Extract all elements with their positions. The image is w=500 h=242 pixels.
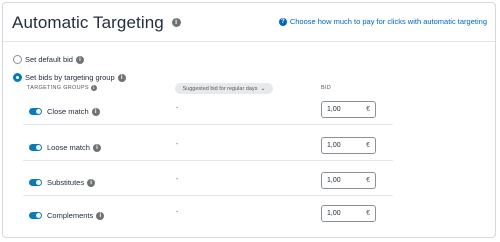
table-row: Close match i - 1,00 € [23, 96, 393, 125]
complements-toggle[interactable] [29, 212, 42, 219]
table-row: Loose match i - 1,00 € [23, 132, 393, 161]
chevron-down-icon: ⌄ [260, 86, 266, 92]
bid-input[interactable]: 1,00 € [321, 137, 376, 154]
default-bid-label[interactable]: Set default bid [25, 55, 73, 64]
info-icon[interactable]: i [96, 211, 105, 220]
currency-symbol: € [366, 142, 370, 149]
suggested-bid-value: - [176, 105, 179, 112]
help-icon: ? [278, 17, 287, 26]
info-icon[interactable]: i [117, 73, 126, 82]
row-label: Close match i [47, 107, 100, 116]
table-row: Complements i - 1,00 € [23, 200, 393, 228]
suggested-bid-dropdown[interactable]: Suggested bid for regular days ⌄ [175, 83, 273, 94]
help-link-text[interactable]: Choose how much to pay for clicks with a… [290, 17, 487, 26]
bid-value[interactable]: 1,00 [327, 142, 341, 149]
table-row: Substitutes i - 1,00 € [23, 167, 393, 196]
row-label: Complements i [47, 211, 105, 220]
info-icon[interactable]: i [91, 107, 100, 116]
col-header-bid-text: BID [321, 85, 332, 91]
card-header: Automatic Targeting i ? Choose how much … [3, 3, 495, 42]
default-bid-radio[interactable] [13, 55, 22, 64]
col-header-targeting-groups: TARGETING GROUPS i [27, 85, 97, 91]
targeting-group-radio[interactable] [13, 73, 22, 82]
info-icon[interactable]: i [171, 18, 181, 28]
targeting-group-label[interactable]: Set bids by targeting group [25, 73, 115, 82]
row-label-text: Substitutes [47, 178, 85, 187]
title-text: Automatic Targeting [12, 13, 164, 32]
bid-value[interactable]: 1,00 [327, 177, 341, 184]
currency-symbol: € [366, 210, 370, 217]
info-icon[interactable]: i [87, 178, 96, 187]
bid-input[interactable]: 1,00 € [321, 101, 376, 118]
row-label-text: Complements [47, 211, 94, 220]
bid-value[interactable]: 1,00 [327, 210, 341, 217]
help-link[interactable]: ? Choose how much to pay for clicks with… [278, 17, 487, 26]
col-header-targeting-groups-text: TARGETING GROUPS [27, 85, 89, 91]
loose-match-toggle[interactable] [29, 144, 42, 151]
info-icon[interactable]: i [75, 55, 84, 64]
close-match-toggle[interactable] [29, 108, 42, 115]
bid-value[interactable]: 1,00 [327, 106, 341, 113]
info-icon[interactable]: i [90, 85, 97, 91]
page-title: Automatic Targeting i [12, 13, 181, 33]
suggested-bid-value: - [176, 209, 179, 216]
bid-input[interactable]: 1,00 € [321, 172, 376, 189]
info-icon[interactable]: i [92, 143, 101, 152]
row-label-text: Close match [47, 107, 89, 116]
targeting-group-option[interactable]: Set bids by targeting group i [13, 73, 126, 82]
row-label-text: Loose match [47, 143, 90, 152]
suggested-bid-value: - [176, 141, 179, 148]
currency-symbol: € [366, 106, 370, 113]
row-label: Loose match i [47, 143, 101, 152]
currency-symbol: € [366, 177, 370, 184]
col-header-bid: BID [321, 85, 331, 91]
suggested-bid-value: - [176, 176, 179, 183]
default-bid-option[interactable]: Set default bid i [13, 55, 84, 64]
bid-input[interactable]: 1,00 € [321, 205, 376, 222]
row-label: Substitutes i [47, 178, 96, 187]
automatic-targeting-card: Automatic Targeting i ? Choose how much … [2, 2, 496, 238]
suggested-bid-dropdown-label[interactable]: Suggested bid for regular days [183, 86, 258, 92]
substitutes-toggle[interactable] [29, 179, 42, 186]
